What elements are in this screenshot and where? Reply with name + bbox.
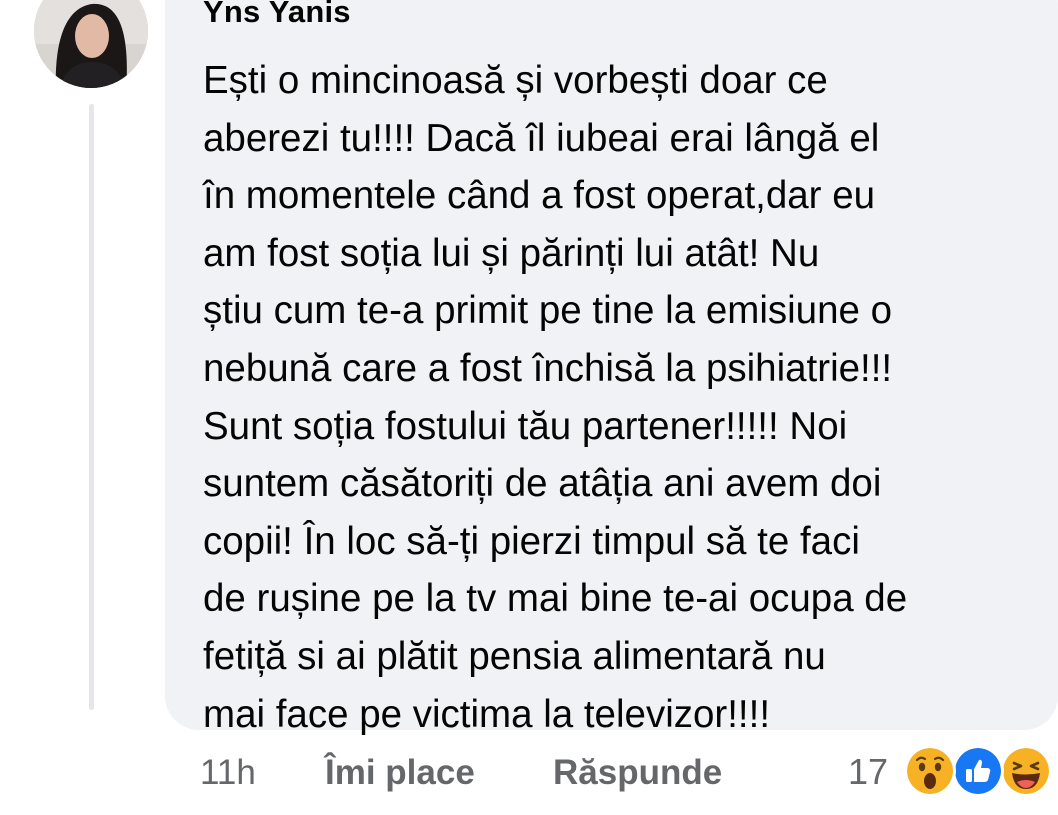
reaction-count[interactable]: 17 (848, 751, 888, 793)
comment-actions: 11h Îmi place Răspunde 17 (0, 745, 1058, 805)
comment-text-line: am fost soția lui și părinți lui atât! N… (203, 231, 820, 275)
wow-reaction-icon (904, 745, 956, 797)
comment-text-line: știu cum te-a primit pe tine la emisiune… (203, 289, 893, 333)
thread-line (89, 104, 94, 710)
comment-text-line: copii! În loc să-ți pierzi timpul să te … (203, 519, 860, 563)
avatar[interactable] (34, 0, 148, 88)
comment-author[interactable]: Yns Yanis (203, 0, 351, 30)
comment-timestamp[interactable]: 11h (200, 753, 256, 793)
comment-text-line: în momentele când a fost operat,dar eu (203, 174, 876, 218)
like-button[interactable]: Îmi place (325, 753, 475, 793)
reply-button[interactable]: Răspunde (553, 753, 722, 793)
like-reaction-icon (952, 745, 1004, 797)
reaction-summary[interactable] (904, 745, 1056, 801)
comment-text-line: nebună care a fost închisă la psihiatrie… (203, 346, 893, 390)
comment-text-line: aberezi tu!!!! Dacă îl iubeai erai lângă… (203, 116, 880, 160)
comment-screen: Yns Yanis Ești o mincinoasă și vorbești … (0, 0, 1058, 815)
comment-text-line: mai face pe victima la televizor!!!! (203, 692, 771, 736)
comment-text: Ești o mincinoasă și vorbești doar ce ab… (203, 52, 1043, 743)
haha-reaction-icon (1000, 745, 1052, 797)
comment-text-line: de rușine pe la tv mai bine te-ai ocupa … (203, 577, 908, 621)
comment-text-line: suntem căsătoriți de atâția ani avem doi (203, 462, 882, 506)
profile-photo-icon (34, 0, 148, 88)
comment-text-line: fetiță si ai plătit pensia alimentară nu (203, 634, 826, 678)
comment-text-line: Sunt soția fostului tău partener!!!!! No… (203, 404, 848, 448)
comment-text-line: Ești o mincinoasă și vorbești doar ce (203, 59, 828, 102)
